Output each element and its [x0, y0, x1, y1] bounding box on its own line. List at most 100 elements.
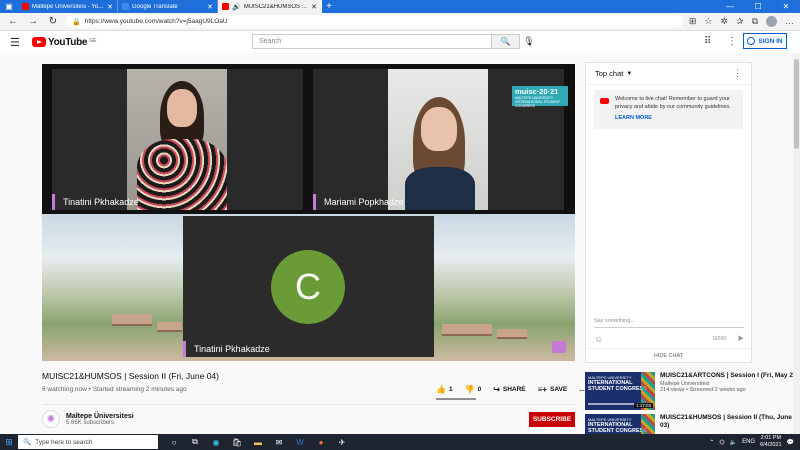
microphone-icon[interactable]: 🎙: [523, 35, 534, 48]
hide-chat-button[interactable]: HIDE CHAT: [586, 348, 751, 362]
save-button[interactable]: ≡+ SAVE: [538, 385, 568, 394]
firefox-icon[interactable]: ●: [315, 436, 327, 448]
lock-icon: 🔒: [72, 18, 81, 26]
tray-up-arrow-icon[interactable]: ⌃: [709, 439, 714, 446]
browser-tab-3-active[interactable]: 🔊 MUISC21&HUMSOS | Sessi ✕: [218, 0, 322, 13]
youtube-logo[interactable]: YouTube GE: [32, 37, 96, 48]
person-face: [167, 89, 197, 127]
system-tray: ⌃ ⌬ 🔈 ENG 2:01 PM 6/4/2021 💬: [709, 435, 800, 449]
taskbar-search-input[interactable]: 🔍 Type here to search: [18, 435, 158, 449]
profile-avatar[interactable]: [766, 16, 777, 27]
address-bar-row: ← → ↻ 🔒 https://www.youtube.com/watch?v=…: [0, 13, 800, 31]
channel-name[interactable]: Maltepe Üniversitesi: [66, 413, 134, 420]
settings-more-icon[interactable]: …: [785, 16, 794, 27]
back-arrow-icon[interactable]: ←: [6, 15, 20, 29]
related-video-item[interactable]: MALTEPE UNIVERSITY INTERNATIONAL STUDENT…: [585, 372, 800, 410]
chat-welcome-notice: Welcome to live chat! Remember to guard …: [594, 90, 743, 129]
cortana-icon[interactable]: ○: [168, 436, 180, 448]
window-menu-icon[interactable]: ▣: [0, 0, 18, 13]
minimize-icon[interactable]: —: [716, 0, 744, 13]
speaker-icon[interactable]: 🔊: [232, 3, 241, 11]
dislike-button[interactable]: 👎 0: [465, 385, 482, 394]
maximize-icon[interactable]: ☐: [744, 0, 772, 13]
building-image: [157, 322, 182, 332]
apps-icon[interactable]: ⊞: [689, 16, 697, 27]
language-indicator[interactable]: ENG: [742, 439, 755, 445]
subscribe-button[interactable]: SUBSCRIBE: [529, 412, 575, 427]
related-video-thumbnail[interactable]: MALTEPE UNIVERSITY INTERNATIONAL STUDENT…: [585, 372, 655, 410]
clock-date: 6/4/2021: [760, 442, 782, 448]
hamburger-menu-icon[interactable]: ☰: [10, 36, 28, 49]
close-tab-icon[interactable]: ✕: [207, 3, 213, 11]
store-icon[interactable]: 🛍: [231, 436, 243, 448]
favorite-star-icon[interactable]: ☆: [704, 16, 712, 27]
channel-info: ✺ Maltepe Üniversitesi 5.66K subscribers: [42, 410, 134, 428]
chat-mode-dropdown[interactable]: Top chat: [595, 69, 623, 78]
more-actions-button[interactable]: ...: [579, 386, 584, 393]
app-icon[interactable]: ✈: [336, 436, 348, 448]
close-tab-icon[interactable]: ✕: [107, 3, 113, 11]
volume-icon[interactable]: 🔈: [730, 439, 737, 446]
favorites-icon[interactable]: ✰: [736, 16, 744, 27]
tab-label: Maltepe Üniversitesi - YouTube: [32, 3, 104, 10]
task-view-icon[interactable]: ⧉: [189, 436, 201, 448]
url-field[interactable]: 🔒 https://www.youtube.com/watch?v=j5aagU…: [66, 15, 683, 28]
windows-start-icon[interactable]: ⊞: [0, 434, 18, 450]
live-chat-panel: Top chat ▼ ⋮ Welcome to live chat! Remem…: [585, 62, 752, 363]
settings-more-vertical-icon[interactable]: ⋮: [727, 36, 737, 47]
taskbar-search-placeholder: Type here to search: [35, 438, 93, 446]
chat-more-icon[interactable]: ⋮: [733, 68, 742, 79]
playlist-add-icon: ≡+: [537, 385, 547, 394]
network-icon[interactable]: ⌬: [719, 439, 724, 446]
emoji-icon[interactable]: ☺: [594, 334, 603, 344]
windows-taskbar: ⊞ 🔍 Type here to search ○ ⧉ ◉ 🛍 ▬ ✉ W ● …: [0, 434, 800, 450]
browser-tab-strip: ▣ Maltepe Üniversitesi - YouTube ✕ Googl…: [0, 0, 800, 13]
chat-message-input[interactable]: Say something...: [594, 318, 744, 328]
video-player[interactable]: Tinatini Pkhakadze Mariami Popkhadze C T…: [42, 64, 575, 361]
send-icon[interactable]: ➤: [736, 333, 744, 344]
like-button[interactable]: 👍 1: [436, 385, 453, 394]
thumbs-up-icon: 👍: [436, 385, 446, 394]
related-video-title[interactable]: MUISC21&HUMSOS | Session II (Thu, June 0…: [660, 414, 800, 430]
reload-icon[interactable]: ↻: [46, 15, 60, 29]
scrollbar-thumb[interactable]: [794, 59, 799, 149]
collections-icon[interactable]: ⧉: [752, 16, 758, 27]
window-controls: — ☐ ✕: [716, 0, 800, 13]
related-video-title[interactable]: MUISC21&ARTCONS | Session I (Fri, May 21…: [660, 372, 799, 380]
file-explorer-icon[interactable]: ▬: [252, 436, 264, 448]
taskbar-clock[interactable]: 2:01 PM 6/4/2021: [760, 435, 781, 449]
browser-tab-1[interactable]: Maltepe Üniversitesi - YouTube ✕: [18, 0, 118, 13]
participant-tile-3: C Tinatini Pkhakadze: [183, 216, 434, 357]
close-tab-icon[interactable]: ✕: [311, 3, 317, 11]
participant-name-tag: Mariami Popkhadze: [313, 194, 412, 210]
page-scrollbar[interactable]: [793, 53, 800, 434]
chat-header: Top chat ▼ ⋮: [586, 63, 751, 85]
extensions-icon[interactable]: ✲: [720, 16, 728, 27]
mail-icon[interactable]: ✉: [273, 436, 285, 448]
google-translate-favicon-icon: [122, 3, 129, 10]
browser-tab-2[interactable]: Google Translate ✕: [118, 0, 218, 13]
notifications-icon[interactable]: 💬: [787, 439, 794, 446]
search-button[interactable]: 🔍: [492, 34, 520, 49]
share-icon: ↪: [493, 385, 500, 394]
word-icon[interactable]: W: [294, 436, 306, 448]
youtube-header: ☰ YouTube GE Search 🔍 🎙 ⠿ ⋮ SIGN IN: [0, 31, 800, 53]
taskbar-apps: ○ ⧉ ◉ 🛍 ▬ ✉ W ● ✈: [168, 436, 348, 448]
event-logo-text: muisc·20·21: [515, 87, 559, 96]
youtube-apps-icon[interactable]: ⠿: [704, 36, 711, 47]
new-tab-button[interactable]: +: [322, 0, 336, 13]
channel-avatar[interactable]: ✺: [42, 410, 60, 428]
chat-controls: ☺ 0/200 ➤: [594, 333, 744, 344]
forward-arrow-icon[interactable]: →: [26, 15, 40, 29]
chevron-down-icon[interactable]: ▼: [626, 71, 632, 77]
edge-browser-icon[interactable]: ◉: [210, 436, 222, 448]
youtube-favicon-icon: [22, 3, 29, 10]
share-button[interactable]: ↪ SHARE: [493, 385, 525, 394]
search-input[interactable]: Search: [252, 34, 492, 49]
learn-more-link[interactable]: LEARN MORE: [615, 115, 737, 123]
close-window-icon[interactable]: ✕: [772, 0, 800, 13]
url-text: https://www.youtube.com/watch?v=j5aagU9L…: [84, 18, 228, 25]
sign-in-button[interactable]: SIGN IN: [743, 33, 787, 49]
participant-name-tag: Tinatini Pkhakadze: [183, 341, 278, 357]
channel-subscribers: 5.66K subscribers: [66, 419, 115, 426]
